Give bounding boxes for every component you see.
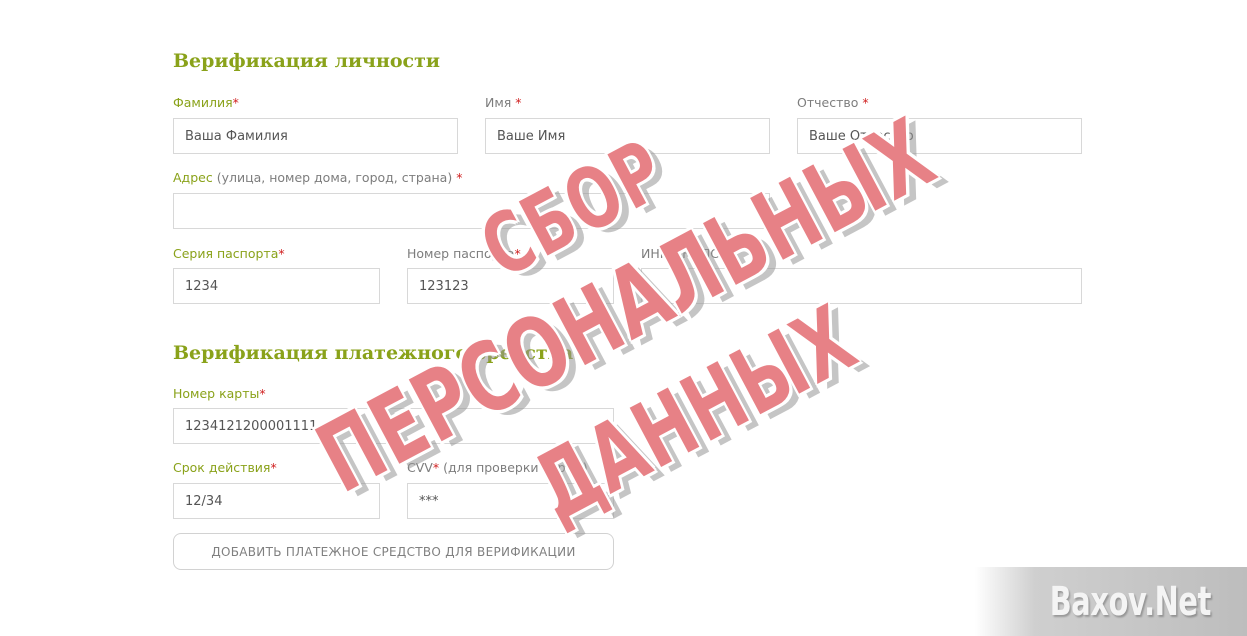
passport-number-input[interactable]: 123123 (407, 268, 614, 304)
card-number-label: Номер карты* (173, 386, 266, 401)
address-label: Адрес (улица, номер дома, город, страна)… (173, 170, 463, 185)
name-label: Имя * (485, 95, 522, 110)
watermark-text: Baxov.Net (1049, 578, 1212, 625)
surname-input[interactable]: Ваша Фамилия (173, 118, 458, 154)
inn-label: ИНН/СНИЛС* (641, 246, 726, 261)
passport-number-label: Номер паспорта* (407, 246, 521, 261)
expiry-label: Срок действия* (173, 460, 277, 475)
inn-input[interactable] (641, 268, 1082, 304)
card-number-input[interactable]: 1234121200001111 (173, 408, 614, 444)
patronymic-input[interactable]: Ваше Отчество (797, 118, 1082, 154)
add-payment-method-button[interactable]: ДОБАВИТЬ ПЛАТЕЖНОЕ СРЕДСТВО ДЛЯ ВЕРИФИКА… (173, 533, 614, 570)
payment-section-title: Верификация платежного средства (173, 342, 574, 364)
address-input[interactable] (173, 193, 770, 229)
passport-series-input[interactable]: 1234 (173, 268, 380, 304)
identity-section-title: Верификация личности (173, 50, 440, 72)
watermark: Baxov.Net (975, 567, 1247, 636)
name-input[interactable]: Ваше Имя (485, 118, 770, 154)
expiry-input[interactable]: 12/34 (173, 483, 380, 519)
cvv-label: CVV* (для проверки карты) (407, 460, 588, 475)
cvv-input[interactable]: *** (407, 483, 614, 519)
stamp-line-2: ПЕРСОНАЛЬНЫХ (300, 97, 952, 515)
patronymic-label: Отчество * (797, 95, 869, 110)
surname-label: Фамилия* (173, 95, 239, 110)
passport-series-label: Серия паспорта* (173, 246, 285, 261)
